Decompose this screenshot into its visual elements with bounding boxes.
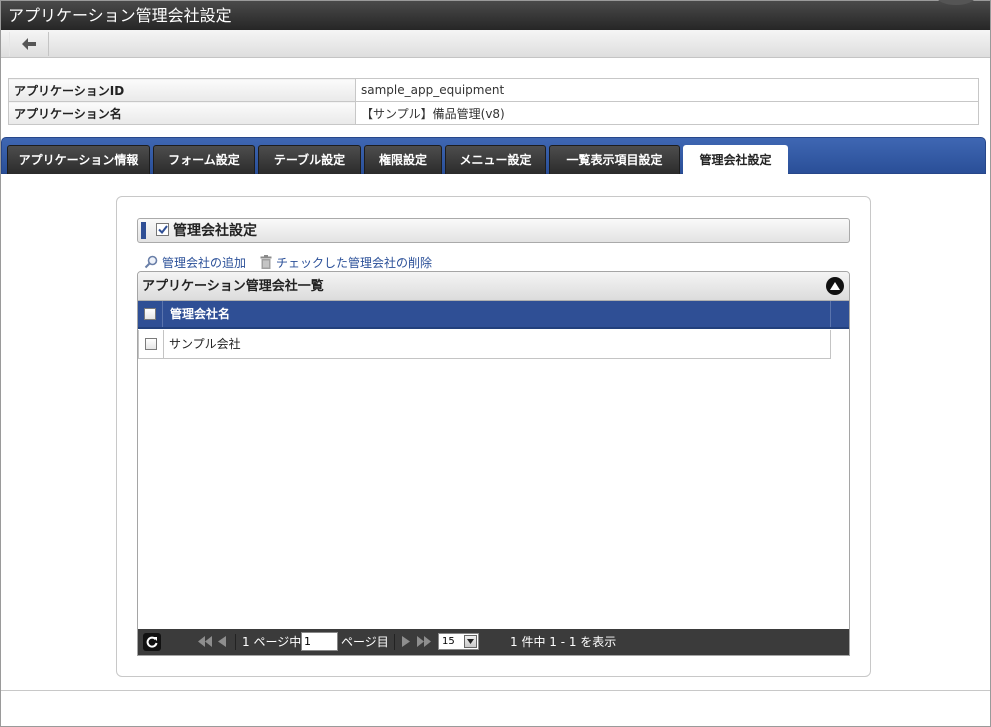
row-checkbox[interactable] [145,338,157,350]
page-number-input[interactable] [301,632,338,651]
collapse-grid-button[interactable] [826,277,844,295]
tab-permission-settings[interactable]: 権限設定 [364,145,442,174]
delete-checked-companies-link[interactable]: チェックした管理会社の削除 [260,254,432,271]
rows-per-page-select[interactable]: 15 [438,633,479,650]
tab-list-display-settings[interactable]: 一覧表示項目設定 [549,145,680,174]
tab-menu-settings[interactable]: メニュー設定 [445,145,546,174]
window-title-bar: アプリケーション管理会社設定 [1,0,990,30]
window-title: アプリケーション管理会社設定 [8,6,232,25]
checkmark-icon [157,225,168,234]
pager-separator [394,634,395,650]
app-name-label: アプリケーション名 [8,101,356,125]
tab-form-settings[interactable]: フォーム設定 [153,145,255,174]
first-page-icon[interactable] [198,636,212,647]
delete-checked-label: チェックした管理会社の削除 [276,255,433,270]
app-id-row: アプリケーションID sample_app_equipment [8,78,979,102]
section-header: 管理会社設定 [137,218,850,243]
record-summary-text: 1 件中 1 - 1 を表示 [510,635,617,649]
previous-page-icon[interactable] [218,636,226,647]
section-accent-bar [141,222,146,239]
refresh-button[interactable] [143,633,161,651]
grid-caption-title: アプリケーション管理会社一覧 [142,279,324,294]
company-name-cell: サンプル会社 [169,337,241,351]
rows-per-page-value: 15 [442,636,455,647]
app-info-table: アプリケーションID sample_app_equipment アプリケーション… [8,78,979,125]
app-name-row: アプリケーション名 【サンプル】備品管理(v8) [8,101,979,125]
app-name-value: 【サンプル】備品管理(v8) [355,101,979,125]
grid-caption: アプリケーション管理会社一覧 [138,272,849,301]
trash-icon [260,255,272,269]
window-corner-decoration [936,0,976,5]
add-company-label: 管理会社の追加 [162,255,247,270]
grid-header-row: 管理会社名 [138,301,849,329]
table-row[interactable]: サンプル会社 [138,330,831,359]
next-page-icon[interactable] [402,636,410,647]
grid-pager: 1 ページ中 ページ目 15 1 件中 1 - 1 を表示 [138,629,849,655]
add-company-link[interactable]: 管理会社の追加 [144,254,246,271]
section-checkbox[interactable] [156,223,169,236]
search-icon [144,255,158,269]
toolbar [1,30,990,58]
app-id-label: アプリケーションID [8,78,356,102]
page-suffix-text: ページ目 [341,635,389,649]
column-header-company-name[interactable]: 管理会社名 [170,301,230,327]
row-checkbox-cell [139,330,164,358]
last-page-icon[interactable] [417,636,431,647]
tab-table-settings[interactable]: テーブル設定 [258,145,361,174]
chevron-down-icon [464,635,477,648]
company-grid: アプリケーション管理会社一覧 管理会社名 サンプル会社 1 ページ中 1 ページ… [137,271,850,656]
refresh-icon [146,636,158,648]
pager-separator [235,634,236,650]
arrow-left-icon [22,38,36,50]
app-id-value: sample_app_equipment [355,78,979,102]
back-button[interactable] [9,32,49,56]
select-all-checkbox[interactable] [144,308,156,320]
page-prefix-text: 1 ページ中 [242,635,302,649]
triangle-up-icon [830,282,840,290]
tab-management-company-settings[interactable]: 管理会社設定 [683,145,788,175]
grid-actions: 管理会社の追加 チェックした管理会社の削除 [144,252,446,272]
section-title: 管理会社設定 [173,223,257,239]
header-checkbox-cell [138,301,163,327]
settings-tab-bar: アプリケーション情報 フォーム設定 テーブル設定 権限設定 メニュー設定 一覧表… [1,137,986,175]
column-divider [830,301,831,327]
tab-app-info[interactable]: アプリケーション情報 [7,145,150,174]
